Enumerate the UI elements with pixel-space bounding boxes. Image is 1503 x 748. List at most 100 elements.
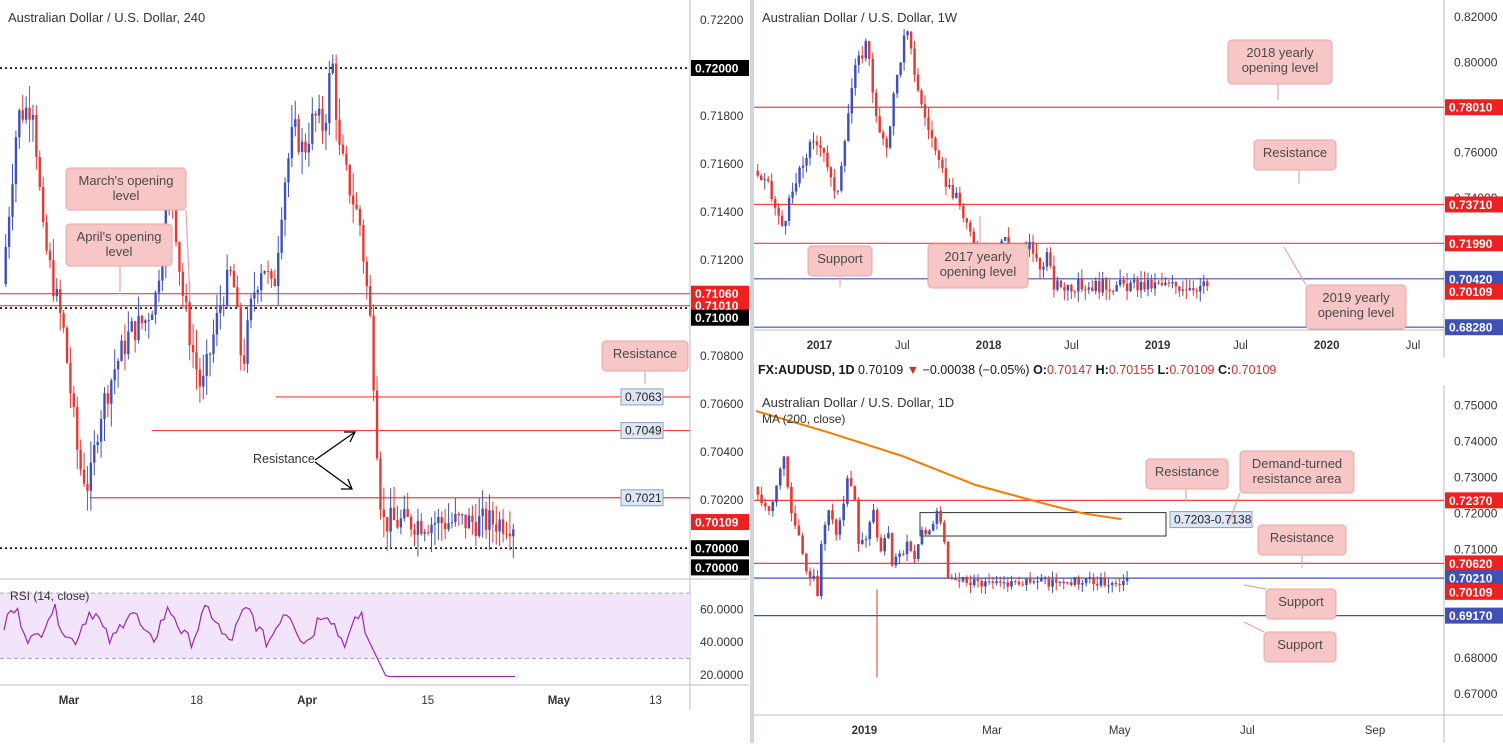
y-tick-label: 0.76000	[1454, 146, 1498, 160]
chart-panel-daily[interactable]: 0.75000 0.74000 0.73000 0.72000 0.71000 0.680…	[754, 385, 1503, 743]
candle-body	[923, 104, 927, 118]
candle-body	[976, 579, 980, 581]
candle-body	[822, 148, 826, 153]
x-tick-label: May	[1109, 725, 1131, 737]
candle-body	[780, 215, 784, 227]
chart-panel-weekly[interactable]: 0.820000.800000.760000.740000.700000.780…	[754, 0, 1503, 358]
candle-body	[854, 64, 857, 88]
candle-body	[433, 523, 437, 525]
candle-body	[767, 506, 771, 512]
candle-body	[846, 478, 849, 504]
candle-body	[969, 582, 972, 586]
candle-body	[1132, 279, 1136, 283]
candle-body	[205, 354, 208, 376]
candle-body	[471, 515, 474, 523]
candle-body	[437, 517, 440, 524]
candle-body	[928, 530, 931, 535]
candle-body	[294, 119, 297, 127]
candle-body	[1006, 582, 1010, 587]
candle-body	[72, 393, 76, 408]
candle-body	[833, 177, 836, 191]
candle-body	[52, 260, 55, 297]
candle-body	[266, 270, 270, 272]
candle-body	[103, 393, 106, 420]
candle-body	[782, 456, 786, 469]
candle-body	[1032, 581, 1036, 583]
candle-body	[847, 113, 850, 142]
candle-body	[1125, 283, 1129, 291]
chart-4h-svg[interactable]: 0.72200 0.71800 0.71600 0.71400 0.71200 0.708…	[0, 0, 749, 743]
candle-body	[99, 419, 103, 442]
candle-body	[328, 73, 331, 123]
low-label: L:	[1157, 363, 1170, 377]
candle-body	[1054, 579, 1058, 583]
candle-body	[1139, 281, 1143, 291]
candle-body	[1031, 241, 1035, 254]
level-value-label: 0.7049	[625, 424, 662, 438]
candle-body	[409, 516, 413, 530]
y-tick-label: 0.71800	[700, 109, 744, 123]
candle-body	[505, 533, 508, 535]
candle-body	[382, 509, 386, 518]
candle-body	[1002, 582, 1006, 584]
candle-body	[812, 141, 815, 143]
candle-body	[808, 571, 812, 579]
candle-body	[905, 541, 909, 555]
candle-body	[202, 375, 205, 387]
chart-weekly-svg[interactable]: 0.820000.800000.760000.740000.700000.780…	[754, 0, 1503, 358]
candle-body	[188, 302, 191, 346]
x-tick-label: May	[548, 695, 571, 707]
candle-body	[955, 192, 958, 198]
candle-body	[838, 520, 842, 535]
candle-body	[1171, 282, 1174, 284]
candle-body	[890, 532, 894, 566]
candle-body	[1206, 281, 1209, 286]
candle-body	[1092, 577, 1095, 585]
candle-body	[864, 41, 867, 59]
candle-body	[853, 486, 857, 500]
candle-body	[861, 55, 864, 59]
rsi-tick-label: 60.0000	[700, 603, 744, 617]
candle-body	[96, 441, 99, 446]
candle-body	[416, 521, 420, 535]
candle-body	[355, 204, 358, 209]
candle-body	[794, 183, 798, 192]
candle-body	[14, 137, 18, 185]
candle-body	[819, 544, 823, 596]
x-tick-label: 2017	[807, 340, 833, 352]
candle-body	[857, 499, 860, 544]
candle-body	[341, 144, 345, 154]
chart-panel-4h[interactable]: 0.72200 0.71800 0.71600 0.71400 0.71200 0.708…	[0, 0, 749, 743]
candle-body	[931, 523, 935, 531]
candle-body	[389, 507, 392, 532]
annotation-support-lower-text: Support	[1277, 637, 1323, 652]
annotation-resistance-mid-text: Resistance	[1270, 530, 1334, 545]
candle-body	[508, 533, 512, 537]
candle-body	[69, 362, 72, 394]
candle-body	[951, 185, 955, 198]
candle-body	[815, 141, 819, 146]
candle-body	[450, 522, 454, 524]
candle-body	[927, 117, 930, 131]
candle-body	[972, 579, 976, 586]
candle-body	[860, 540, 864, 544]
candle-body	[195, 352, 198, 370]
candle-body	[879, 537, 883, 552]
chart-daily-svg[interactable]: 0.75000 0.74000 0.73000 0.72000 0.71000 0.680…	[754, 385, 1503, 743]
price-tag: 0.71990	[1449, 237, 1493, 251]
candle-body	[62, 313, 65, 328]
candle-body	[999, 581, 1002, 583]
y-tick-label: 0.70400	[700, 445, 744, 459]
y-tick-label: 0.74000	[1454, 435, 1498, 449]
candle-body	[311, 113, 314, 144]
candle-body	[777, 207, 780, 216]
candle-body	[786, 456, 790, 487]
annotation-support-text: Support	[817, 251, 863, 266]
candle-body	[420, 521, 423, 534]
rsi-band	[0, 593, 690, 659]
candle-body	[270, 271, 273, 279]
candle-body	[11, 184, 14, 217]
candle-body	[48, 250, 52, 261]
y-tick-label: 0.70600	[700, 397, 744, 411]
candle-body	[1098, 280, 1101, 293]
